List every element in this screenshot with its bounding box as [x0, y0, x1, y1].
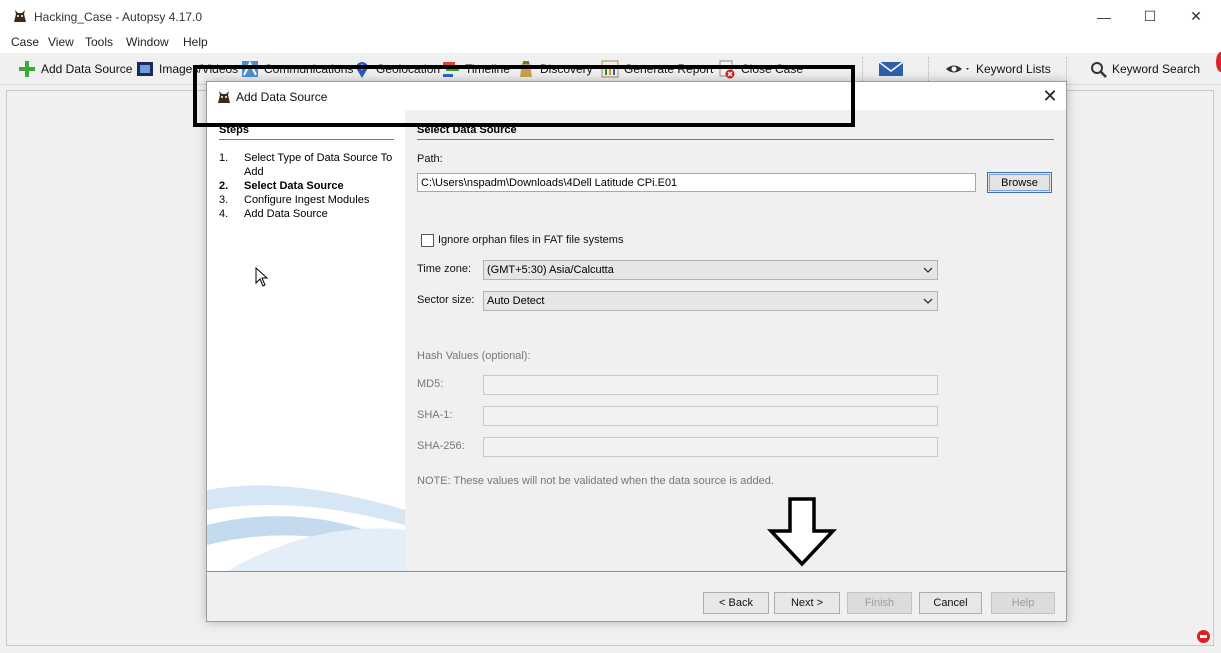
stop-icon[interactable]: [1197, 630, 1210, 643]
path-input[interactable]: [417, 173, 976, 192]
md5-label: MD5:: [417, 378, 444, 390]
step-item: 3. Configure Ingest Modules: [219, 194, 370, 206]
chevron-down-icon: [923, 298, 933, 304]
maximize-button[interactable]: ☐: [1127, 0, 1173, 33]
timezone-label: Time zone:: [417, 263, 472, 275]
ignore-orphan-label: Ignore orphan files in FAT file systems: [438, 234, 624, 246]
menu-tools[interactable]: Tools: [85, 35, 113, 49]
autopsy-dog-icon: [14, 10, 26, 22]
down-arrow-annotation-icon: [767, 497, 837, 567]
steps-panel: Steps 1. Select Type of Data Source To A…: [207, 110, 405, 571]
sector-size-label: Sector size:: [417, 294, 475, 306]
add-data-source-dialog: Add Data Source ✕ Steps 1. Select Type o…: [206, 81, 1067, 622]
search-icon: [1091, 62, 1107, 78]
toolbar-separator: [1066, 57, 1067, 81]
mouse-pointer-icon: [255, 267, 269, 287]
back-button[interactable]: < Back: [703, 592, 769, 614]
minimize-button[interactable]: —: [1081, 0, 1127, 33]
add-data-source-label: Add Data Source: [41, 62, 133, 76]
select-data-source-panel: Select Data Source Path: Browse Ignore o…: [405, 110, 1066, 571]
finish-button: Finish: [847, 592, 912, 614]
sector-size-select[interactable]: Auto Detect: [483, 291, 938, 311]
sha1-input: [483, 406, 938, 426]
window-title: Hacking_Case - Autopsy 4.17.0: [34, 10, 203, 24]
sector-size-value: Auto Detect: [487, 295, 545, 307]
eye-dropdown-icon: [946, 65, 969, 73]
help-button: Help: [991, 592, 1055, 614]
timezone-value: (GMT+5:30) Asia/Calcutta: [487, 264, 614, 276]
chevron-down-icon: [923, 267, 933, 273]
dialog-close-button[interactable]: ✕: [1039, 85, 1061, 107]
plus-icon: [19, 61, 35, 77]
step-item: 4. Add Data Source: [219, 208, 328, 220]
step-item: 1. Select Type of Data Source To Add: [219, 152, 393, 178]
browse-button[interactable]: Browse: [987, 172, 1052, 193]
cancel-button[interactable]: Cancel: [919, 592, 982, 614]
menu-case[interactable]: Case: [11, 35, 39, 49]
add-data-source-button[interactable]: Add Data Source: [17, 57, 132, 81]
md5-input: [483, 375, 938, 395]
decorative-swoosh: [207, 485, 405, 571]
path-highlight-box: [193, 65, 855, 127]
browser-edge-icon: [1216, 52, 1221, 72]
toolbar-separator: [928, 57, 929, 81]
film-icon: [137, 62, 153, 76]
timezone-select[interactable]: (GMT+5:30) Asia/Calcutta: [483, 260, 938, 280]
path-label: Path:: [417, 153, 443, 165]
next-button[interactable]: Next >: [774, 592, 840, 614]
keyword-lists-label: Keyword Lists: [976, 62, 1051, 76]
menu-window[interactable]: Window: [126, 35, 169, 49]
ignore-orphan-checkbox[interactable]: [421, 234, 434, 247]
menu-view[interactable]: View: [48, 35, 74, 49]
toolbar-separator: [862, 57, 863, 81]
window-titlebar: Hacking_Case - Autopsy 4.17.0 — ☐ ✕: [0, 0, 1221, 33]
step-item-active: 2. Select Data Source: [219, 180, 344, 192]
keyword-search-button[interactable]: Keyword Search: [1090, 57, 1200, 81]
sha1-label: SHA-1:: [417, 409, 453, 421]
keyword-lists-button[interactable]: Keyword Lists: [944, 57, 1051, 81]
menu-bar: Case View Tools Window Help: [0, 33, 1221, 53]
sha256-input: [483, 437, 938, 457]
window-close-button[interactable]: ✕: [1173, 0, 1219, 33]
hash-values-heading: Hash Values (optional):: [417, 350, 531, 362]
menu-help[interactable]: Help: [183, 35, 208, 49]
sha256-label: SHA-256:: [417, 440, 465, 452]
validation-note: NOTE: These values will not be validated…: [417, 475, 774, 487]
envelope-icon: [878, 61, 904, 76]
dialog-button-bar: < Back Next > Finish Cancel Help: [207, 571, 1066, 621]
email-button[interactable]: [878, 57, 904, 81]
keyword-search-label: Keyword Search: [1112, 62, 1201, 76]
